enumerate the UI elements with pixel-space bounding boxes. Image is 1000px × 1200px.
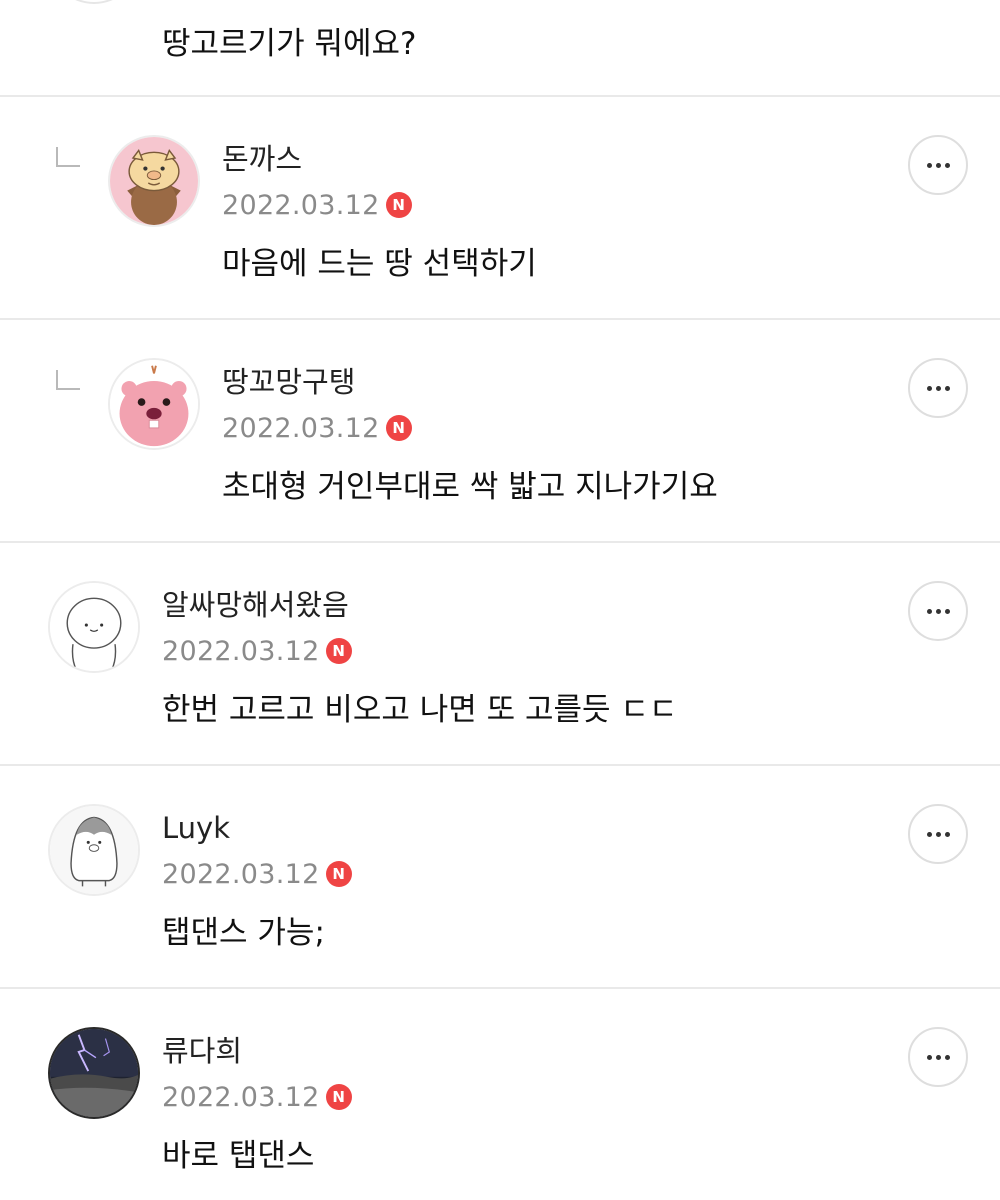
avatar[interactable] [48, 581, 140, 673]
more-options-button[interactable] [908, 1027, 968, 1087]
avatar[interactable] [48, 0, 140, 4]
reply-comment-item: 돈까스 2022.03.12 N 마음에 드는 땅 선택하기 [0, 97, 1000, 320]
comment-date: 2022.03.12 [162, 635, 320, 667]
comment-meta: 2022.03.12 N [162, 1079, 352, 1115]
avatar[interactable] [48, 804, 140, 896]
more-options-icon [926, 162, 950, 168]
more-options-icon [926, 385, 950, 391]
comment-text: 탭댄스 가능; [162, 915, 325, 951]
comment-author[interactable]: 류다희 [162, 1031, 242, 1071]
more-options-button[interactable] [908, 358, 968, 418]
reply-arrow-icon [56, 370, 80, 390]
new-badge-icon: N [385, 192, 412, 218]
new-badge-icon: N [325, 1084, 352, 1110]
reply-comment-item: 땅꼬망구탱 2022.03.12 N 초대형 거인부대로 싹 밟고 지나가기요 [0, 320, 1000, 543]
comment-meta: 2022.03.12 N [162, 633, 352, 669]
avatar[interactable] [108, 358, 200, 450]
comment-date: 2022.03.12 [162, 1081, 320, 1113]
comment-list: 땅고르기가 뭐에요? 돈까스 2022.03.12 N 마음에 드는 땅 선택하… [0, 0, 1000, 1200]
lightning-photo-avatar-image [50, 1029, 138, 1117]
comment-item: 류다희 2022.03.12 N 바로 탭댄스 [0, 989, 1000, 1200]
reply-arrow-icon [56, 147, 80, 167]
comment-date: 2022.03.12 [162, 858, 320, 890]
more-options-button[interactable] [908, 804, 968, 864]
comment-author[interactable]: 땅꼬망구탱 [222, 362, 355, 402]
comment-author[interactable]: 돈까스 [222, 139, 302, 179]
comment-text: 땅고르기가 뭐에요? [162, 26, 417, 62]
avatar[interactable] [48, 1027, 140, 1119]
comment-meta: 2022.03.12 N [222, 410, 412, 446]
comment-author[interactable]: 알싸망해서왔음 [162, 585, 349, 625]
default-face-avatar-image [50, 583, 138, 671]
avatar[interactable] [108, 135, 200, 227]
more-options-icon [926, 608, 950, 614]
comment-text: 바로 탭댄스 [162, 1138, 315, 1174]
new-badge-icon: N [385, 415, 412, 441]
new-badge-icon: N [325, 638, 352, 664]
new-badge-icon: N [325, 861, 352, 887]
more-options-icon [926, 1054, 950, 1060]
beaver-avatar-image [110, 360, 198, 448]
comment-date: 2022.03.12 [222, 412, 380, 444]
comment-meta: 2022.03.12 N [162, 856, 352, 892]
more-options-icon [926, 831, 950, 837]
comment-meta: 2022.03.12 N [222, 187, 412, 223]
more-options-button[interactable] [908, 581, 968, 641]
comment-author[interactable]: Luyk [162, 808, 230, 848]
comment-date: 2022.03.12 [222, 189, 380, 221]
penguin-avatar-image [50, 806, 138, 894]
comment-item: Luyk 2022.03.12 N 탭댄스 가능; [0, 766, 1000, 989]
comment-text: 한번 고르고 비오고 나면 또 고를듯 ㄷㄷ [162, 692, 678, 728]
comment-text: 초대형 거인부대로 싹 밟고 지나가기요 [222, 469, 718, 505]
comment-item: 땅고르기가 뭐에요? [0, 0, 1000, 97]
more-options-button[interactable] [908, 135, 968, 195]
comment-item: 알싸망해서왔음 2022.03.12 N 한번 고르고 비오고 나면 또 고를듯… [0, 543, 1000, 766]
pig-avatar-image [110, 137, 198, 225]
comment-text: 마음에 드는 땅 선택하기 [222, 246, 537, 282]
